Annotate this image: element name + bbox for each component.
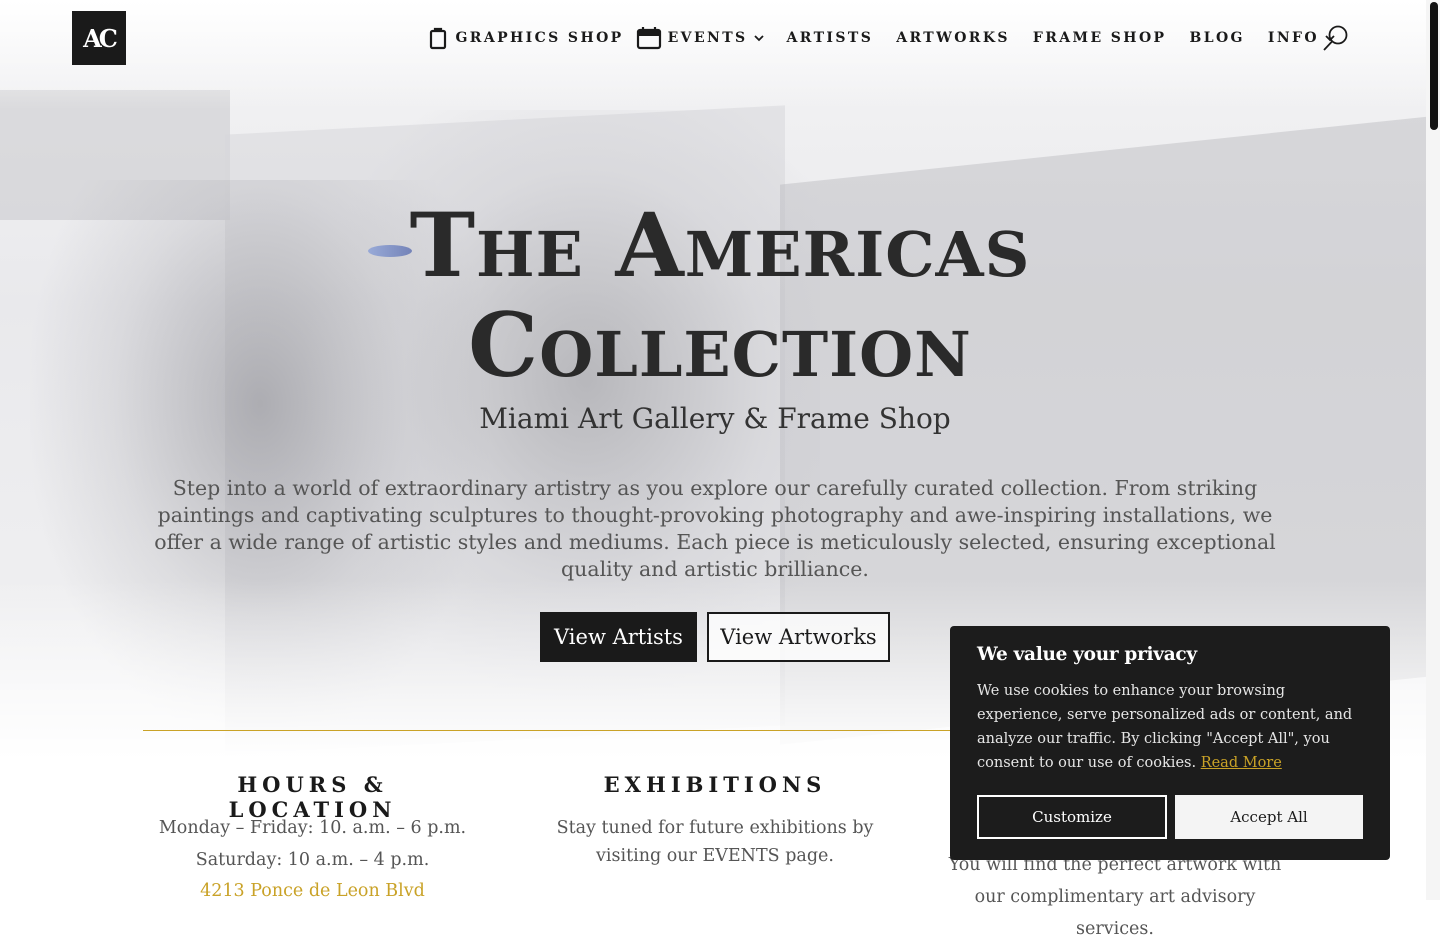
nav-item-events[interactable]: EVENTS — [636, 26, 764, 50]
read-more-link[interactable]: Read More — [1201, 755, 1282, 771]
accept-all-button[interactable]: Accept All — [1175, 795, 1363, 839]
nav-item-label: EVENTS — [667, 30, 748, 46]
address-link[interactable]: 4213 Ponce de Leon Blvd — [150, 881, 475, 901]
nav-item-frame-shop[interactable]: FRAME SHOP — [1033, 30, 1167, 46]
hours-weekday: Monday – Friday: 10. a.m. – 6 p.m. — [158, 818, 467, 838]
view-artists-button[interactable]: View Artists — [540, 612, 697, 662]
page-title: The Americas Collection — [0, 195, 1440, 395]
page-title-line: Collection — [468, 293, 972, 397]
nav-item-blog[interactable]: BLOG — [1189, 30, 1244, 46]
page-title-line: The Americas — [409, 193, 1031, 297]
customize-button[interactable]: Customize — [977, 795, 1167, 839]
page-scrollbar[interactable] — [1426, 0, 1440, 900]
cookie-body: We use cookies to enhance your browsing … — [977, 679, 1363, 775]
exhibitions-text: Stay tuned for future exhibitions by vis… — [556, 818, 874, 866]
hours-saturday: Saturday: 10 a.m. – 4 p.m. — [195, 850, 430, 870]
nav-item-label: FRAME SHOP — [1032, 30, 1167, 46]
nav-item-label: GRAPHICS SHOP — [455, 30, 624, 46]
view-artworks-button[interactable]: View Artworks — [707, 612, 890, 662]
exhibitions-heading: EXHIBITIONS — [603, 772, 827, 797]
nav-item-graphics-shop[interactable]: GRAPHICS SHOP — [427, 26, 623, 50]
shopping-bag-icon — [427, 26, 449, 50]
calendar-icon — [636, 26, 662, 50]
logo-text: AC — [83, 23, 118, 53]
intro-text: Step into a world of extraordinary artis… — [154, 476, 1276, 581]
nav-item-label: ARTISTS — [786, 30, 874, 46]
cookie-body-text: We use cookies to enhance your browsing … — [977, 683, 1353, 771]
hero-top-fade — [0, 0, 1440, 110]
main-nav: GRAPHICS SHOP EVENTS ARTISTS ARTWORKS FR… — [427, 22, 1335, 54]
nav-item-label: ARTWORKS — [896, 30, 1010, 46]
nav-item-artworks[interactable]: ARTWORKS — [896, 30, 1010, 46]
chevron-down-icon — [753, 34, 764, 42]
advisory-text: You will find the perfect artwork with o… — [948, 855, 1282, 939]
page-subtitle: Miami Art Gallery & Frame Shop — [479, 402, 951, 435]
hours-location-heading: HOURS & LOCATION — [228, 772, 397, 822]
nav-item-label: BLOG — [1189, 30, 1245, 46]
nav-item-artists[interactable]: ARTISTS — [787, 30, 874, 46]
cookie-actions: Customize Accept All — [977, 795, 1363, 839]
search-icon[interactable] — [1321, 24, 1351, 54]
cookie-consent-banner: We value your privacy We use cookies to … — [950, 626, 1390, 860]
site-logo[interactable]: AC — [72, 11, 126, 65]
cookie-title: We value your privacy — [977, 644, 1197, 665]
nav-item-label: INFO — [1267, 30, 1319, 46]
scrollbar-thumb[interactable] — [1430, 2, 1438, 130]
